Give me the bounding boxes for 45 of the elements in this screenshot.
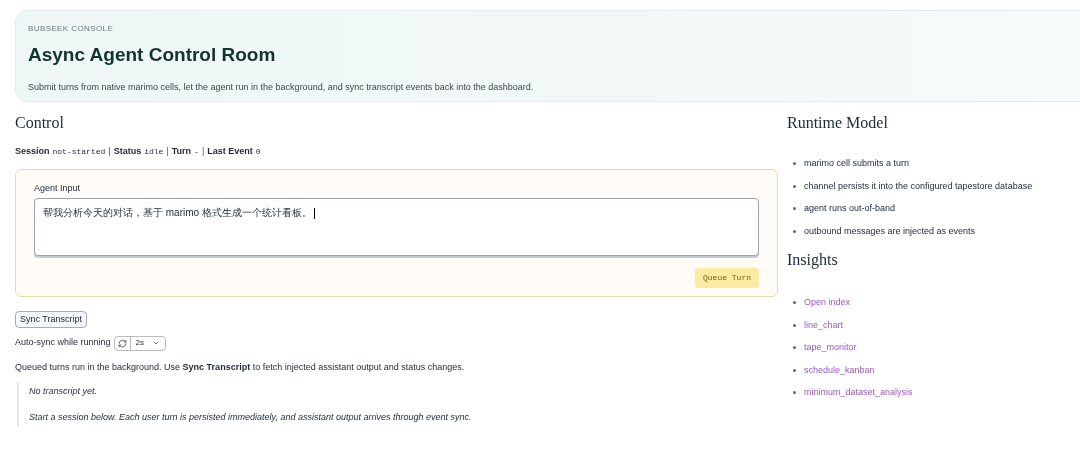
section-heading: Control	[15, 113, 65, 133]
status-label: Status	[113, 145, 142, 158]
insight-link[interactable]: minimum_dataset_analysis	[804, 386, 913, 400]
status-label: Turn	[171, 145, 192, 158]
insight-link[interactable]: line_chart	[804, 318, 844, 332]
status-value: 0	[255, 145, 261, 158]
separator: |	[108, 145, 111, 158]
status-value: -	[194, 145, 199, 158]
section-heading: Runtime Model	[787, 113, 889, 133]
status-label: Last Event	[207, 145, 253, 158]
runtime-step: agent runs out-of-band	[804, 202, 896, 216]
bullet-icon	[793, 162, 796, 166]
bullet-icon	[793, 346, 796, 350]
page-title: Async Agent Control Room	[28, 43, 277, 67]
transcript-message: No transcript yet.	[29, 385, 99, 398]
separator: |	[166, 145, 169, 158]
insight-link[interactable]: Open index	[804, 296, 851, 310]
bullet-icon	[793, 301, 796, 305]
bullet-icon	[793, 229, 796, 233]
refresh-icon[interactable]	[117, 338, 127, 348]
status-value: not-started	[52, 145, 106, 158]
sync-note: Queued turns run in the background. Use Sync Transcript to fetch injected assistant output and status changes.	[15, 360, 466, 374]
runtime-step: outbound messages are injected as events	[804, 224, 976, 238]
bullet-icon	[793, 391, 796, 395]
separator: |	[201, 145, 205, 158]
input-label: Agent Input	[34, 181, 82, 195]
insight-link[interactable]: schedule_kanban	[804, 363, 875, 377]
insight-link[interactable]: tape_monitor	[804, 341, 857, 355]
console-label: BUBSEEK CONSOLE	[28, 23, 115, 35]
section-heading: Insights	[787, 250, 839, 270]
runtime-step: marimo cell submits a turn	[804, 157, 910, 171]
transcript-message: Start a session below. Each user turn is persisted immediately, and assistant output arrives through event sync.	[29, 410, 473, 424]
page-subtitle: Submit turns from native marimo cells, let the agent run in the background, and sync transcript events back into the dashboard.	[28, 81, 535, 94]
status-label: Session	[15, 145, 50, 158]
bullet-icon	[793, 207, 796, 211]
agent-input-field[interactable]: 帮我分析今天的对话，基于 marimo 格式生成一个统计看板。	[34, 198, 759, 256]
chevron-icon	[152, 339, 160, 347]
bullet-icon	[793, 184, 796, 188]
sync-transcript-button[interactable]: Sync Transcript	[15, 310, 88, 328]
bullet-icon	[793, 323, 796, 327]
auto-sync-label: Auto-sync while running	[15, 336, 111, 350]
runtime-step: channel persists it into the configured tapestore database	[804, 179, 1033, 193]
status-value: idle	[144, 145, 164, 158]
bullet-icon	[793, 368, 796, 372]
queue-turn-button[interactable]: Queue Turn	[695, 268, 759, 288]
